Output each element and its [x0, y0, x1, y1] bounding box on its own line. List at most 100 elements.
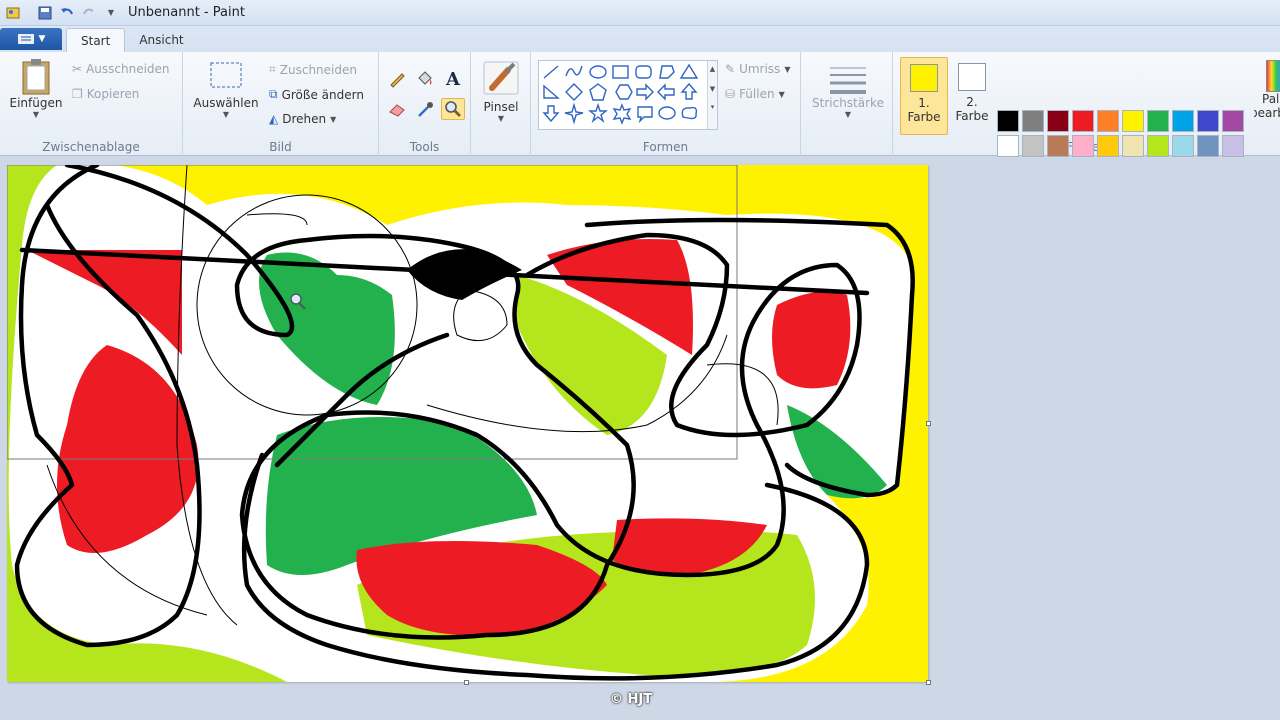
tools-group-label: Tools — [409, 140, 440, 154]
palette-color-swatch[interactable] — [1122, 135, 1144, 157]
size-button[interactable]: Strichstärke ▼ — [811, 62, 885, 119]
chevron-down-icon: ▼ — [38, 34, 46, 44]
shapes-group-label: Formen — [642, 140, 689, 154]
chevron-down-icon: ▼ — [784, 64, 791, 74]
shapes-scrollbar[interactable]: ▲ ▼ ▾ — [707, 61, 717, 129]
chevron-down-icon: ▼ — [222, 110, 230, 119]
crop-icon: ⌗ — [269, 62, 276, 76]
scroll-down-icon[interactable]: ▼ — [708, 85, 717, 93]
speech-oval-shape-icon — [658, 106, 676, 120]
expand-gallery-icon[interactable]: ▾ — [708, 103, 717, 111]
chevron-down-icon: ▼ — [844, 110, 852, 119]
palette-color-swatch[interactable] — [1197, 110, 1219, 132]
image-group: Auswählen ▼ ⌗ Zuschneiden ⧉ Größe ändern ◭… — [183, 52, 379, 156]
pentagon-shape-icon — [589, 83, 607, 101]
magnifier-icon[interactable] — [441, 98, 465, 120]
palette-color-swatch[interactable] — [1147, 110, 1169, 132]
drawing-canvas[interactable] — [7, 165, 928, 682]
image-group-label: Bild — [269, 140, 292, 154]
palette-color-swatch[interactable] — [1072, 110, 1094, 132]
size-group: Strichstärke ▼ — [801, 52, 893, 156]
cloud-shape-icon — [681, 106, 698, 120]
color1-swatch — [910, 64, 938, 92]
copy-icon: ❐ — [72, 87, 83, 101]
palette-color-swatch[interactable] — [1172, 110, 1194, 132]
selection-rectangle-icon — [210, 62, 242, 88]
palette-color-swatch[interactable] — [1097, 110, 1119, 132]
right-triangle-shape-icon — [543, 84, 560, 99]
color-picker-icon[interactable] — [413, 98, 437, 120]
arrow-right-shape-icon — [636, 83, 654, 101]
save-icon[interactable] — [36, 4, 54, 22]
palette-color-swatch[interactable] — [1222, 110, 1244, 132]
resize-handle-corner[interactable] — [926, 680, 931, 685]
edit-colors-button[interactable]: Pal bearb — [1254, 60, 1280, 140]
color1-button[interactable]: 1. Farbe — [900, 57, 948, 135]
palette-color-swatch[interactable] — [1022, 110, 1044, 132]
paint-app-icon[interactable] — [4, 4, 22, 22]
rainbow-palette-icon — [1266, 60, 1280, 92]
cut-button[interactable]: ✂ Ausschneiden — [72, 62, 170, 76]
crop-button[interactable]: ⌗ Zuschneiden — [269, 62, 357, 77]
chevron-down-icon: ▼ — [778, 89, 785, 99]
resize-icon: ⧉ — [269, 87, 278, 101]
fill-bucket-icon[interactable] — [413, 68, 437, 90]
outline-pen-icon: ✎ — [725, 62, 736, 76]
arrow-up-shape-icon — [680, 82, 698, 100]
palette-color-swatch[interactable] — [1072, 135, 1094, 157]
palette-color-swatch[interactable] — [1172, 135, 1194, 157]
arrow-left-shape-icon — [657, 83, 675, 101]
scissors-icon: ✂ — [72, 62, 83, 76]
resize-handle-bottom[interactable] — [464, 680, 469, 685]
resize-handle-right[interactable] — [926, 421, 931, 426]
rectangle-shape-icon — [612, 65, 629, 79]
hexagon-shape-icon — [615, 84, 633, 100]
chevron-down-icon: ▼ — [330, 114, 337, 124]
color2-button[interactable]: 2. Farbe — [952, 57, 992, 135]
painting — [7, 165, 928, 682]
palette-color-swatch[interactable] — [1222, 135, 1244, 157]
tab-start[interactable]: Start — [66, 28, 126, 52]
polygon-shape-icon — [659, 65, 675, 79]
palette-color-swatch[interactable] — [1097, 135, 1119, 157]
copy-button[interactable]: ❐ Kopieren — [72, 87, 139, 101]
resize-button[interactable]: ⧉ Größe ändern — [269, 87, 364, 102]
clipboard-group-label: Zwischenablage — [42, 140, 140, 154]
line-width-icon — [830, 67, 866, 94]
diamond-shape-icon — [565, 83, 583, 101]
fill-button[interactable]: ⛁ Füllen ▼ — [725, 87, 785, 101]
palette-color-swatch[interactable] — [1197, 135, 1219, 157]
outline-button[interactable]: ✎ Umriss ▼ — [725, 62, 790, 76]
app-menu-button[interactable]: ▼ — [0, 28, 62, 50]
palette-color-swatch[interactable] — [1022, 135, 1044, 157]
title-bar: ▼ Unbenannt - Paint — [0, 0, 1280, 26]
brushes-button[interactable]: Pinsel ▼ — [477, 60, 525, 123]
text-tool-icon[interactable]: A — [441, 68, 465, 90]
rotate-icon: ◭ — [269, 112, 279, 126]
customize-toolbar-icon[interactable]: ▼ — [102, 4, 120, 22]
palette-color-swatch[interactable] — [1147, 135, 1169, 157]
scroll-up-icon[interactable]: ▲ — [708, 65, 717, 73]
tab-ansicht[interactable]: Ansicht — [125, 28, 197, 52]
pencil-icon[interactable] — [385, 68, 409, 90]
eraser-icon[interactable] — [385, 98, 409, 120]
paste-button[interactable]: Einfügen ▼ — [8, 58, 64, 119]
rotate-button[interactable]: ◭ Drehen ▼ — [269, 112, 336, 126]
fill-bucket-icon: ⛁ — [725, 87, 736, 101]
color2-swatch — [958, 63, 986, 91]
brushes-group: Pinsel ▼ — [471, 52, 531, 156]
star6-shape-icon — [612, 103, 632, 125]
palette-color-swatch[interactable] — [1047, 110, 1069, 132]
ribbon-tabs: ▼ Start Ansicht — [0, 26, 1280, 52]
select-button[interactable]: Auswählen ▼ — [189, 60, 263, 119]
redo-icon[interactable] — [80, 4, 98, 22]
palette-color-swatch[interactable] — [997, 110, 1019, 132]
window-title: Unbenannt - Paint — [128, 5, 245, 20]
palette-color-swatch[interactable] — [1122, 110, 1144, 132]
ribbon: Einfügen ▼ ✂ Ausschneiden ❐ Kopieren Zwisc… — [0, 52, 1280, 182]
undo-icon[interactable] — [58, 4, 76, 22]
clipboard-group: Einfügen ▼ ✂ Ausschneiden ❐ Kopieren Zwisc… — [0, 52, 183, 156]
line-shape-icon — [543, 65, 559, 79]
palette-color-swatch[interactable] — [997, 135, 1019, 157]
palette-color-swatch[interactable] — [1047, 135, 1069, 157]
